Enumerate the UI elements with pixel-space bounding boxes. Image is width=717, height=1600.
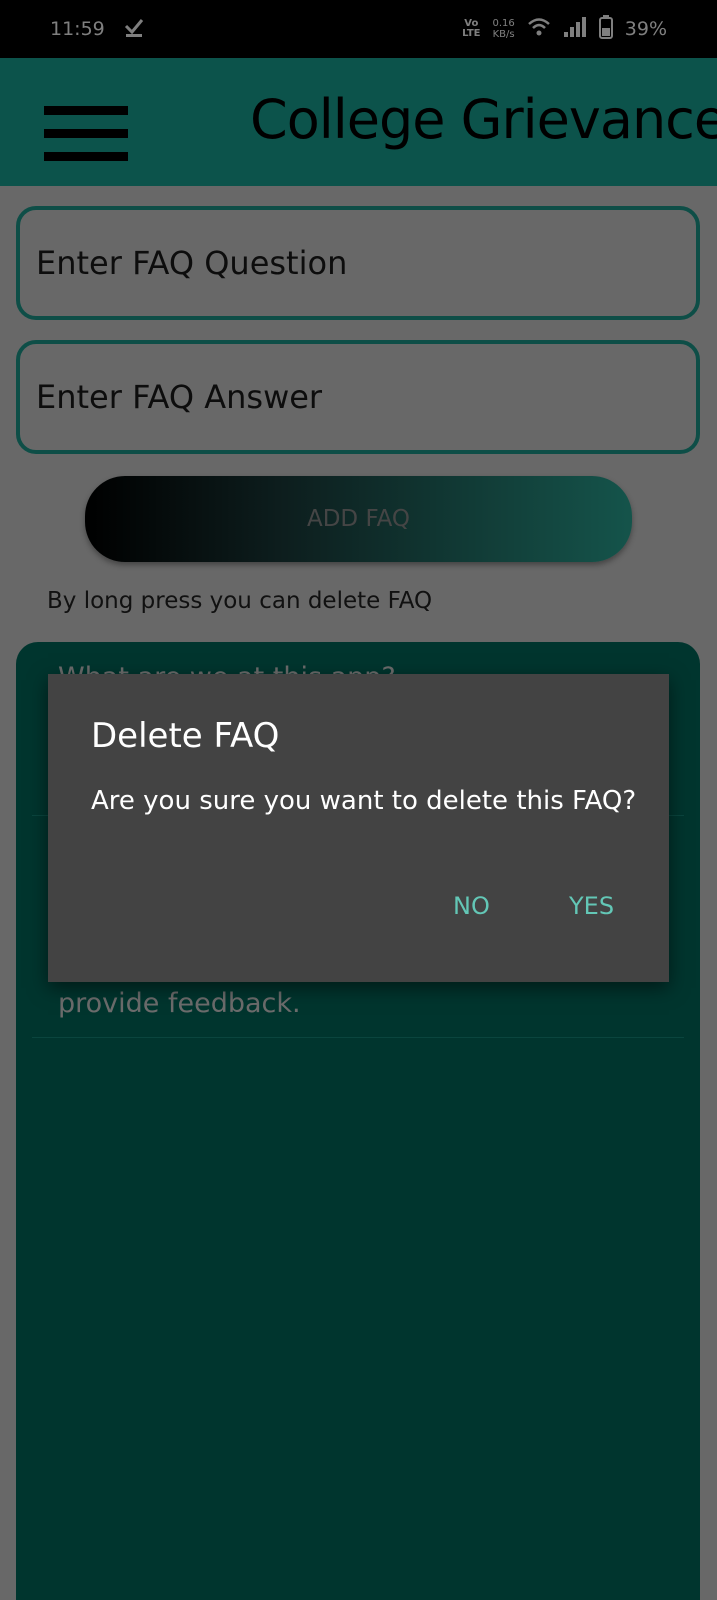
- no-button[interactable]: NO: [443, 882, 500, 930]
- yes-button[interactable]: YES: [559, 882, 624, 930]
- dialog-title: Delete FAQ: [91, 716, 280, 756]
- dialog-message: Are you sure you want to delete this FAQ…: [91, 786, 637, 816]
- delete-faq-dialog: Delete FAQ Are you sure you want to dele…: [48, 674, 669, 982]
